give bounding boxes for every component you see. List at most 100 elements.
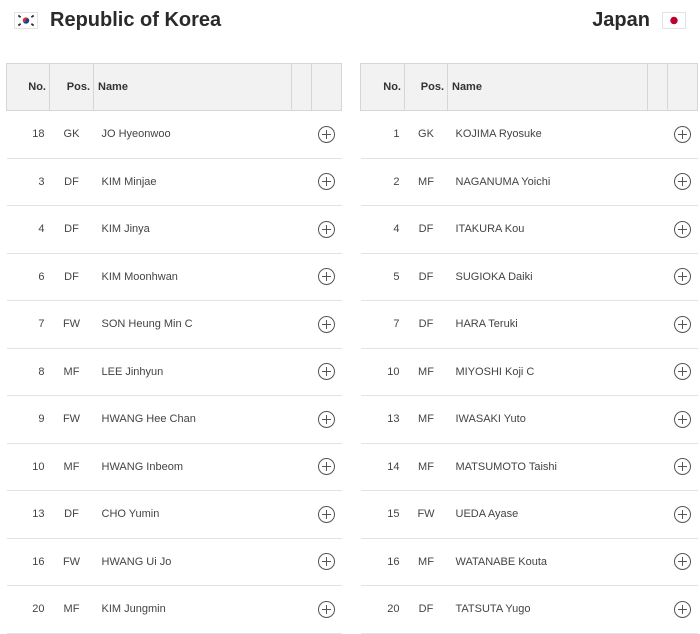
plus-circle-icon[interactable] — [318, 268, 335, 286]
player-number: 6 — [6, 253, 50, 301]
row-action-cell — [311, 490, 342, 539]
away-lineup-panel: No. Pos. Name 1 GK KOJIMA Ryosuke 2 MF NAGANU… — [360, 63, 698, 634]
column-header-name: Name — [447, 63, 648, 111]
player-name: HWANG Inbeom — [93, 443, 292, 491]
row-spacer — [647, 538, 668, 586]
player-name: LEE Jinhyun — [93, 348, 292, 396]
row-spacer — [291, 110, 312, 159]
row-action-cell — [667, 300, 698, 349]
row-spacer — [291, 443, 312, 491]
home-lineup-panel: No. Pos. Name 18 GK JO Hyeonwoo 3 DF KIM Minj… — [6, 63, 342, 634]
player-position: MF — [49, 585, 94, 634]
row-action-cell — [311, 300, 342, 349]
row-action-cell — [667, 158, 698, 206]
plus-circle-icon[interactable] — [674, 600, 691, 618]
row-action-cell — [311, 585, 342, 634]
plus-circle-icon[interactable] — [318, 505, 335, 523]
row-action-cell — [311, 395, 342, 444]
player-name: KIM Moonhwan — [93, 253, 292, 301]
player-row: 14 MF MATSUMOTO Taishi — [360, 443, 698, 491]
player-position: FW — [49, 538, 94, 586]
row-action-cell — [667, 585, 698, 634]
column-header-name: Name — [93, 63, 292, 111]
away-lineup-table: No. Pos. Name 1 GK KOJIMA Ryosuke 2 MF NAGANU… — [360, 63, 698, 634]
plus-circle-icon[interactable] — [674, 173, 691, 191]
column-header-pos: Pos. — [49, 63, 94, 111]
player-row: 5 DF SUGIOKA Daiki — [360, 253, 698, 301]
player-number: 10 — [6, 443, 50, 491]
player-row: 13 MF IWASAKI Yuto — [360, 395, 698, 444]
player-row: 10 MF MIYOSHI Koji C — [360, 348, 698, 396]
player-position: DF — [404, 585, 448, 634]
player-position: MF — [49, 348, 94, 396]
player-position: MF — [49, 443, 94, 491]
plus-circle-icon[interactable] — [674, 125, 691, 143]
plus-circle-icon[interactable] — [674, 553, 691, 571]
plus-circle-icon[interactable] — [318, 125, 335, 143]
plus-circle-icon[interactable] — [318, 553, 335, 571]
plus-circle-icon[interactable] — [318, 315, 335, 333]
player-number: 14 — [360, 443, 405, 491]
row-spacer — [647, 158, 668, 206]
player-position: DF — [49, 158, 94, 206]
plus-circle-icon[interactable] — [674, 458, 691, 476]
away-table-header-row: No. Pos. Name — [360, 63, 698, 111]
row-spacer — [291, 490, 312, 539]
row-spacer — [647, 395, 668, 444]
player-row: 8 MF LEE Jinhyun — [6, 348, 342, 396]
player-name: KIM Jinya — [93, 205, 292, 254]
row-spacer — [647, 253, 668, 301]
column-header-action — [667, 63, 698, 111]
player-position: MF — [404, 538, 448, 586]
plus-circle-icon[interactable] — [318, 410, 335, 428]
player-row: 4 DF KIM Jinya — [6, 205, 342, 254]
player-number: 13 — [360, 395, 405, 444]
home-table-header-row: No. Pos. Name — [6, 63, 342, 111]
player-number: 20 — [6, 585, 50, 634]
player-name: UEDA Ayase — [447, 490, 648, 539]
row-spacer — [647, 443, 668, 491]
player-position: MF — [404, 348, 448, 396]
plus-circle-icon[interactable] — [674, 268, 691, 286]
plus-circle-icon[interactable] — [318, 363, 335, 381]
player-position: FW — [49, 395, 94, 444]
player-position: DF — [404, 205, 448, 254]
player-name: SON Heung Min C — [93, 300, 292, 349]
player-row: 18 GK JO Hyeonwoo — [6, 110, 342, 159]
player-row: 4 DF ITAKURA Kou — [360, 205, 698, 254]
player-number: 16 — [360, 538, 405, 586]
row-action-cell — [311, 110, 342, 159]
plus-circle-icon[interactable] — [674, 315, 691, 333]
plus-circle-icon[interactable] — [318, 458, 335, 476]
player-name: WATANABE Kouta — [447, 538, 648, 586]
column-header-no: No. — [6, 63, 50, 111]
plus-circle-icon[interactable] — [318, 220, 335, 238]
player-number: 20 — [360, 585, 405, 634]
home-lineup-table: No. Pos. Name 18 GK JO Hyeonwoo 3 DF KIM Minj… — [6, 63, 342, 634]
player-position: MF — [404, 158, 448, 206]
player-number: 9 — [6, 395, 50, 444]
plus-circle-icon[interactable] — [674, 220, 691, 238]
plus-circle-icon[interactable] — [674, 410, 691, 428]
plus-circle-icon[interactable] — [674, 505, 691, 523]
player-number: 7 — [360, 300, 405, 349]
column-header-no: No. — [360, 63, 405, 111]
player-number: 5 — [360, 253, 405, 301]
plus-circle-icon[interactable] — [318, 173, 335, 191]
row-spacer — [291, 538, 312, 586]
player-number: 10 — [360, 348, 405, 396]
home-team-name: Republic of Korea — [50, 8, 222, 31]
player-name: MATSUMOTO Taishi — [447, 443, 648, 491]
plus-circle-icon[interactable] — [674, 363, 691, 381]
player-name: TATSUTA Yugo — [447, 585, 648, 634]
player-name: HWANG Ui Jo — [93, 538, 292, 586]
player-name: SUGIOKA Daiki — [447, 253, 648, 301]
player-name: JO Hyeonwoo — [93, 110, 292, 159]
row-action-cell — [311, 538, 342, 586]
row-spacer — [647, 205, 668, 254]
row-spacer — [647, 585, 668, 634]
row-action-cell — [667, 443, 698, 491]
plus-circle-icon[interactable] — [318, 600, 335, 618]
player-name: KOJIMA Ryosuke — [447, 110, 648, 159]
player-position: MF — [404, 395, 448, 444]
